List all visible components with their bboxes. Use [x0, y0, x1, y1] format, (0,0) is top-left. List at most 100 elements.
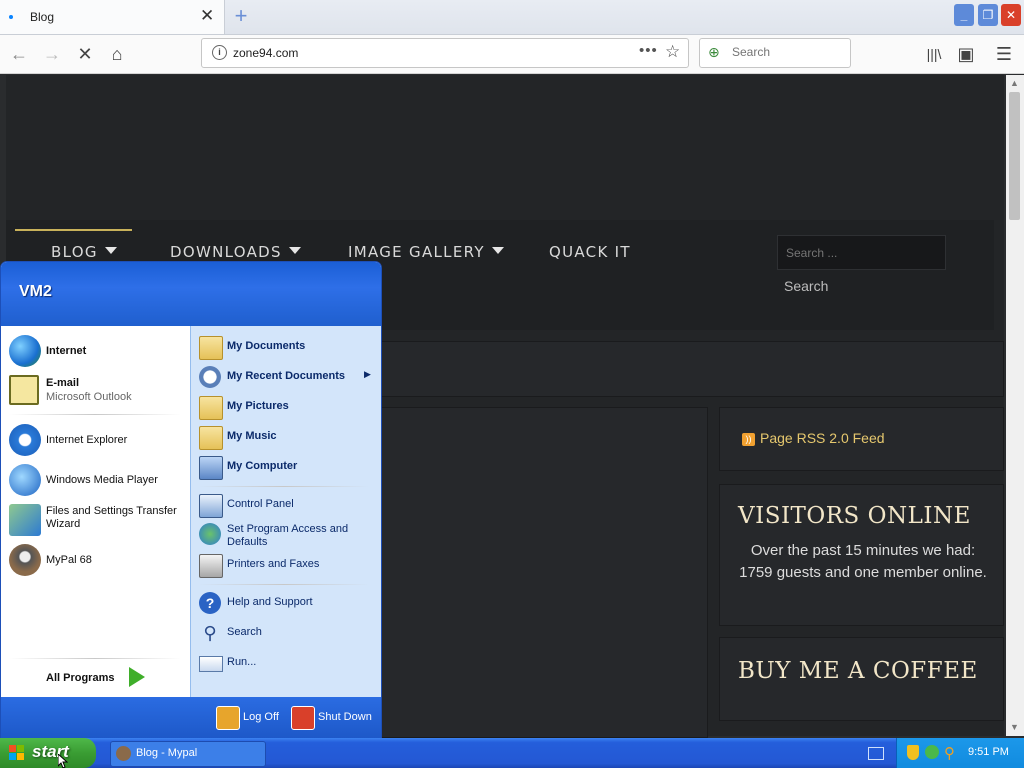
search-tray-icon[interactable]: ⚲: [944, 744, 955, 762]
system-tray: ⚲ 9:51 PM: [896, 738, 1024, 768]
content-bar: [378, 341, 1004, 397]
shut-down-button[interactable]: Shut Down: [291, 706, 373, 730]
search-engine-icon: ⊕: [708, 44, 720, 60]
menu-quack-it[interactable]: QUACK IT: [549, 243, 631, 261]
program-email[interactable]: E-mail Microsoft Outlook: [9, 373, 184, 407]
site-search-box[interactable]: [777, 235, 946, 270]
program-internet[interactable]: Internet: [9, 333, 184, 367]
folder-icon: [199, 336, 223, 360]
search-icon: ⚲: [203, 623, 217, 643]
clock: 9:51 PM: [968, 746, 1009, 758]
control-panel-icon: [199, 494, 223, 518]
page-actions-icon[interactable]: •••: [639, 42, 658, 59]
printer-icon: [199, 554, 223, 578]
system-control-panel[interactable]: Control Panel: [199, 493, 374, 519]
rss-link[interactable]: Page RSS 2.0 Feed: [760, 430, 885, 446]
restore-button[interactable]: ❐: [978, 4, 998, 26]
place-my-recent-documents[interactable]: My Recent Documents ▶: [199, 365, 379, 391]
media-player-icon: [9, 464, 41, 496]
divider: [199, 584, 369, 585]
active-menu-indicator: [15, 229, 132, 231]
rss-widget: )) Page RSS 2.0 Feed: [719, 407, 1004, 471]
visitors-title: VISITORS ONLINE: [738, 503, 971, 529]
navigation-toolbar: ← → ✕ ⌂ i zone94.com ••• ☆ ⊕ |||\ ▣ ☰: [0, 35, 1024, 74]
all-programs-button[interactable]: All Programs: [46, 672, 114, 684]
taskbar: start Blog - Mypal ⚲ 9:51 PM: [0, 738, 1024, 768]
help-icon: ?: [199, 592, 221, 614]
menu-icon[interactable]: ☰: [992, 43, 1016, 65]
new-tab-button[interactable]: +: [230, 3, 252, 29]
stop-button[interactable]: ✕: [73, 43, 97, 65]
raccoon-icon: [9, 544, 41, 576]
system-set-program-access[interactable]: Set Program Access and Defaults: [199, 522, 377, 552]
help-and-support[interactable]: ? Help and Support: [199, 591, 374, 617]
menu-blog[interactable]: BLOG: [51, 243, 117, 261]
computer-icon: [199, 456, 223, 480]
folder-icon: [199, 396, 223, 420]
mouse-cursor-icon: [58, 754, 68, 768]
caret-down-icon: [491, 247, 504, 254]
user-name: VM2: [19, 283, 52, 300]
place-my-music[interactable]: My Music: [199, 425, 374, 451]
loading-dot-icon: [9, 15, 13, 19]
site-search-input[interactable]: [784, 238, 938, 268]
key-icon: [216, 706, 240, 730]
tab-strip: Blog ✕ + _ ❐ ✕: [0, 0, 1024, 35]
folder-icon: [199, 426, 223, 450]
site-search-button[interactable]: Search: [784, 278, 828, 294]
program-mypal[interactable]: MyPal 68: [9, 542, 184, 576]
url-text: zone94.com: [233, 46, 299, 60]
close-window-button[interactable]: ✕: [1001, 4, 1021, 26]
start-run[interactable]: Run...: [199, 651, 374, 677]
library-icon[interactable]: |||\: [922, 43, 946, 65]
tab-close-icon[interactable]: ✕: [200, 6, 214, 26]
scroll-up-icon[interactable]: ▲: [1010, 78, 1019, 88]
scrollbar-thumb[interactable]: [1009, 92, 1020, 220]
transfer-wizard-icon: [9, 504, 41, 536]
menu-image-gallery[interactable]: IMAGE GALLERY: [348, 243, 504, 261]
program-internet-explorer[interactable]: Internet Explorer: [9, 422, 184, 456]
run-icon: [199, 656, 223, 672]
vertical-scrollbar[interactable]: ▲ ▼: [1006, 75, 1024, 736]
network-icon[interactable]: [925, 745, 939, 759]
main-content-panel: [378, 407, 708, 738]
place-my-computer[interactable]: My Computer: [199, 455, 374, 481]
scroll-down-icon[interactable]: ▼: [1010, 722, 1019, 732]
forward-button[interactable]: →: [40, 43, 64, 65]
log-off-button[interactable]: Log Off: [216, 706, 284, 730]
start-button[interactable]: start: [0, 738, 96, 768]
coffee-widget: BUY ME A COFFEE: [719, 637, 1004, 721]
caret-down-icon: [104, 247, 117, 254]
divider: [9, 658, 181, 659]
start-menu: VM2 Internet E-mail Microsoft Outlook In…: [0, 261, 382, 740]
bookmark-star-icon[interactable]: ☆: [665, 42, 680, 62]
place-my-documents[interactable]: My Documents: [199, 335, 374, 361]
arrow-right-icon[interactable]: [129, 667, 145, 687]
rss-icon: )): [742, 433, 755, 446]
divider: [199, 486, 369, 487]
address-bar[interactable]: i zone94.com ••• ☆: [201, 38, 689, 68]
browser-search-input[interactable]: [730, 44, 844, 60]
home-button[interactable]: ⌂: [105, 43, 129, 65]
site-info-icon[interactable]: i: [212, 45, 227, 60]
coffee-title: BUY ME A COFFEE: [738, 658, 978, 684]
minimize-button[interactable]: _: [954, 4, 974, 26]
tab-blog[interactable]: Blog ✕: [0, 0, 225, 34]
system-printers-faxes[interactable]: Printers and Faxes: [199, 553, 374, 579]
email-icon: [9, 375, 39, 405]
start-search[interactable]: ⚲ Search: [199, 621, 374, 647]
internet-explorer-icon: [9, 424, 41, 456]
browser-search-box[interactable]: ⊕: [699, 38, 851, 68]
taskbar-item-mypal[interactable]: Blog - Mypal: [110, 741, 266, 767]
keyboard-icon[interactable]: [868, 747, 884, 760]
security-shield-icon[interactable]: [907, 745, 919, 760]
place-my-pictures[interactable]: My Pictures: [199, 395, 374, 421]
recent-documents-icon: [199, 366, 221, 388]
program-windows-media-player[interactable]: Windows Media Player: [9, 462, 184, 496]
menu-downloads[interactable]: DOWNLOADS: [170, 243, 301, 261]
tab-title: Blog: [30, 10, 55, 24]
sidebar-icon[interactable]: ▣: [954, 43, 978, 65]
back-button[interactable]: ←: [7, 43, 31, 65]
start-menu-header: VM2: [1, 262, 381, 326]
program-files-settings-transfer[interactable]: Files and Settings Transfer Wizard: [9, 502, 189, 536]
